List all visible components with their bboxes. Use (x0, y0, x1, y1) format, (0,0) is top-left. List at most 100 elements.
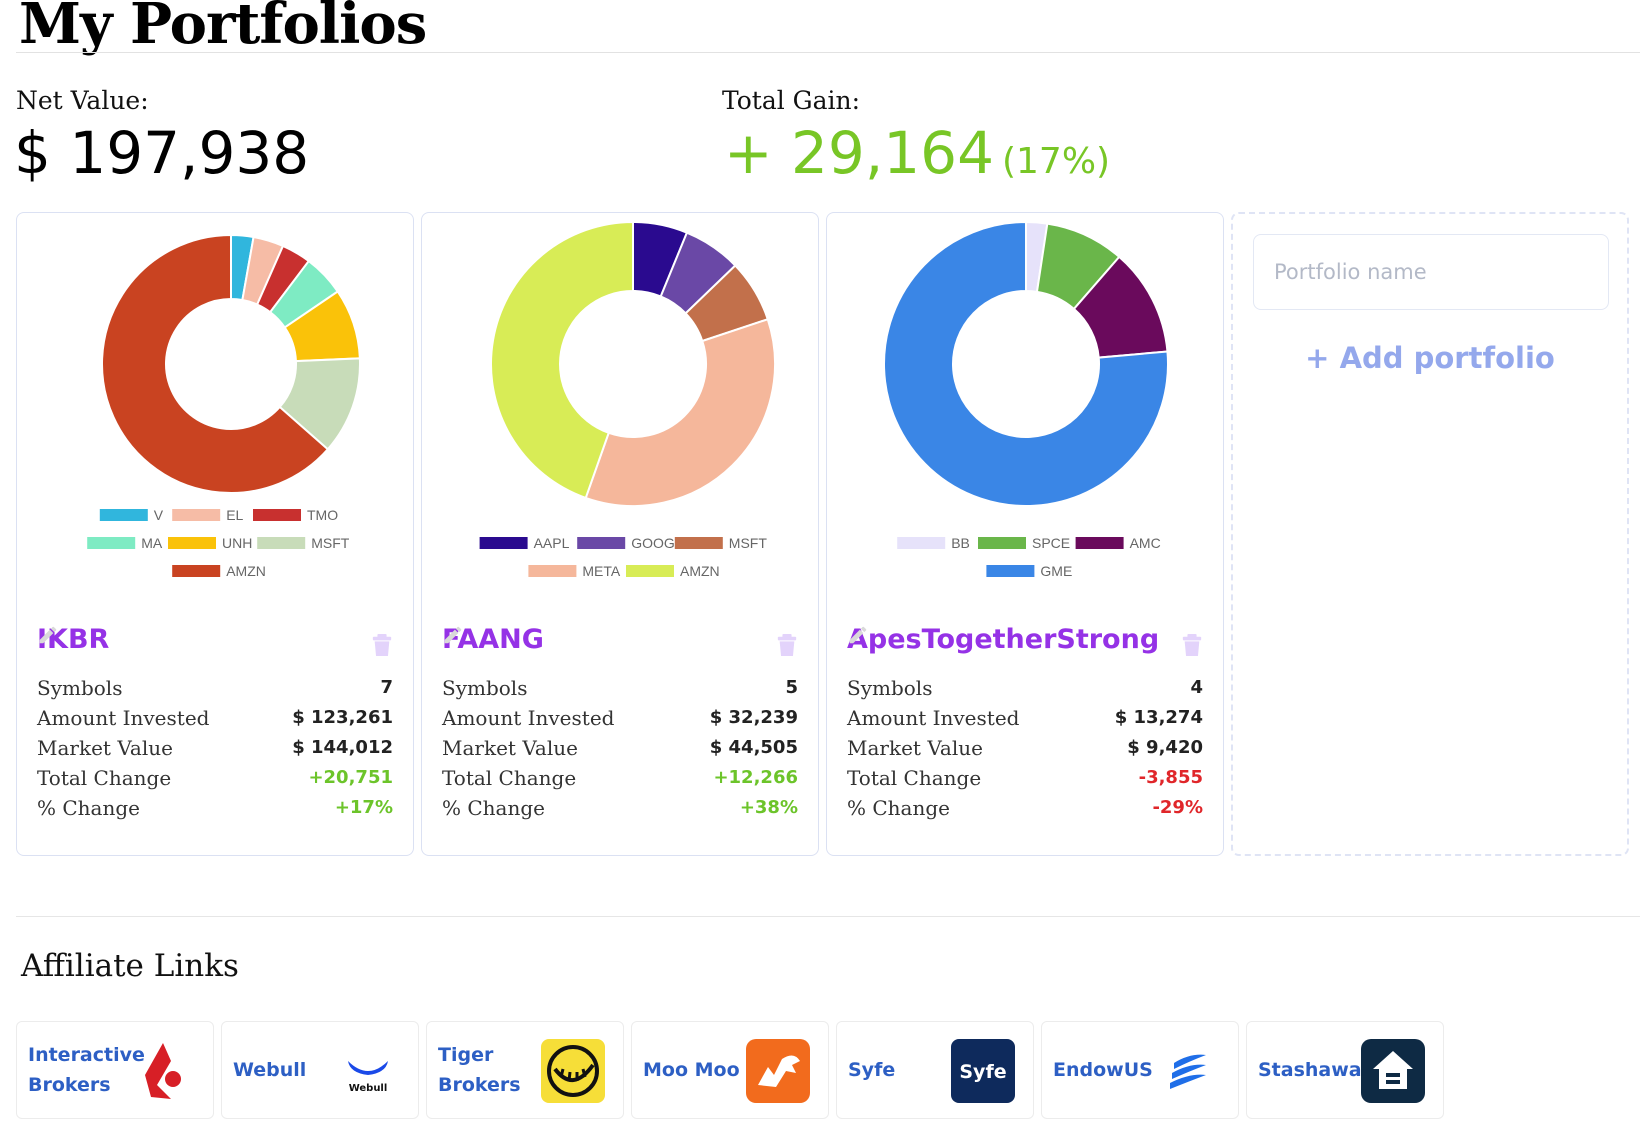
stat-row: Amount Invested $ 123,261 (37, 703, 393, 733)
net-value: $ 197,938 (14, 119, 310, 187)
delete-trash-icon[interactable] (371, 633, 393, 657)
affiliate-link-stashaway[interactable]: Stashaway (1246, 1021, 1444, 1119)
portfolio-card: V EL TMO MA UNH MSFT AMZN IKBR Symbols 7 Amount In… (16, 212, 414, 856)
webull-logo[interactable]: Webull (336, 1039, 400, 1103)
affiliate-name[interactable]: Moo Moo (643, 1022, 748, 1118)
stat-label: Amount Invested (37, 706, 210, 730)
stat-value: -3,855 (1138, 767, 1203, 788)
stat-value: 7 (380, 677, 393, 698)
stat-row: Market Value $ 44,505 (442, 733, 798, 763)
affiliate-link-endowus[interactable]: EndowUS (1041, 1021, 1239, 1119)
legend-swatch-spce[interactable] (978, 537, 1026, 549)
stat-value: $ 32,239 (709, 707, 798, 728)
legend-label-amc[interactable]: AMC (1130, 535, 1161, 551)
portfolio-card: AAPL GOOG MSFT META AMZN FAANG Symbols 5 Amount … (421, 212, 819, 856)
legend-label-tmo[interactable]: TMO (307, 507, 338, 523)
delete-trash-icon[interactable] (776, 633, 798, 657)
legend-label-aapl[interactable]: AAPL (534, 535, 570, 551)
stat-label: Total Change (847, 766, 982, 790)
stat-label: Market Value (442, 736, 578, 760)
affiliate-name[interactable]: Tiger Brokers (438, 1022, 543, 1118)
endowus-logo[interactable] (1156, 1039, 1220, 1103)
page-title: My Portfolios (19, 0, 427, 57)
net-value-label: Net Value: (16, 86, 149, 115)
legend-swatch-ma[interactable] (87, 537, 136, 549)
legend-swatch-el[interactable] (172, 509, 221, 521)
legend-swatch-msft[interactable] (674, 537, 723, 549)
portfolio-stats: Symbols 5 Amount Invested $ 32,239 Market Va… (442, 673, 798, 823)
legend-label-goog[interactable]: GOOG (631, 535, 675, 551)
legend-swatch-goog[interactable] (577, 537, 626, 549)
stat-value: +12,266 (713, 767, 798, 788)
affiliate-name[interactable]: Interactive Brokers (28, 1022, 145, 1118)
portfolio-name: ApesTogetherStrong (847, 624, 1191, 655)
stat-label: Symbols (442, 676, 528, 700)
syfe-logo[interactable]: Syfe (951, 1039, 1015, 1103)
legend-label-unh[interactable]: UNH (222, 535, 252, 551)
portfolio-name-input[interactable] (1253, 234, 1609, 310)
stat-row: Total Change +12,266 (442, 763, 798, 793)
stat-value: $ 44,505 (709, 737, 798, 758)
legend-label-msft[interactable]: MSFT (311, 535, 350, 551)
legend-swatch-unh[interactable] (168, 537, 216, 549)
legend-swatch-meta[interactable] (528, 565, 577, 577)
stat-label: % Change (847, 796, 950, 820)
moomoo-logo[interactable] (746, 1039, 810, 1103)
legend-swatch-amzn[interactable] (626, 565, 674, 577)
legend-swatch-gme[interactable] (986, 565, 1035, 577)
affiliate-name[interactable]: Webull (233, 1022, 338, 1118)
donut-chart: V EL TMO MA UNH MSFT AMZN (87, 233, 361, 579)
affiliate-link-webull[interactable]: Webull Webull (221, 1021, 419, 1119)
affiliate-link-syfe[interactable]: Syfe Syfe (836, 1021, 1034, 1119)
stat-label: Total Change (37, 766, 172, 790)
legend-swatch-msft[interactable] (257, 537, 306, 549)
edit-pencil-icon[interactable] (39, 626, 141, 652)
stat-row: Amount Invested $ 13,274 (847, 703, 1203, 733)
legend-label-amzn[interactable]: AMZN (680, 563, 720, 579)
legend-swatch-amc[interactable] (1075, 537, 1124, 549)
stat-value: +38% (739, 797, 798, 818)
total-gain: + 29,164 (17%) (724, 120, 1110, 195)
svg-text:Webull: Webull (349, 1083, 388, 1094)
affiliate-link-interactive-brokers[interactable]: Interactive Brokers (16, 1021, 214, 1119)
edit-pencil-icon[interactable] (444, 626, 576, 652)
legend-swatch-tmo[interactable] (253, 509, 301, 521)
stat-value: 4 (1190, 677, 1203, 698)
donut-chart: BB SPCE AMC GME (883, 220, 1169, 579)
affiliate-name[interactable]: EndowUS (1053, 1022, 1158, 1118)
legend-swatch-aapl[interactable] (479, 537, 528, 549)
portfolio-stats: Symbols 7 Amount Invested $ 123,261 Market V… (37, 673, 393, 823)
stat-row: Market Value $ 144,012 (37, 733, 393, 763)
delete-trash-icon[interactable] (1181, 633, 1203, 657)
add-portfolio-button[interactable]: + Add portfolio (1233, 341, 1627, 375)
legend-label-meta[interactable]: META (582, 563, 621, 579)
stat-value: 5 (785, 677, 798, 698)
legend-label-amzn[interactable]: AMZN (226, 563, 266, 579)
affiliate-name[interactable]: Stashaway (1258, 1022, 1373, 1118)
legend-label-spce[interactable]: SPCE (1032, 535, 1070, 551)
legend-label-bb[interactable]: BB (951, 535, 970, 551)
donut-slice-meta[interactable] (584, 318, 776, 507)
affiliate-name[interactable]: Syfe (848, 1022, 953, 1118)
legend-label-el[interactable]: EL (226, 507, 243, 523)
stat-value: -29% (1152, 797, 1203, 818)
legend-label-gme[interactable]: GME (1040, 563, 1072, 579)
affiliate-link-tiger-brokers[interactable]: Tiger Brokers (426, 1021, 624, 1119)
legend-swatch-v[interactable] (99, 509, 148, 521)
stashaway-logo[interactable] (1361, 1039, 1425, 1103)
legend-label-v[interactable]: V (154, 507, 164, 523)
legend-swatch-amzn[interactable] (172, 565, 221, 577)
affiliate-link-moomoo[interactable]: Moo Moo (631, 1021, 829, 1119)
legend-label-ma[interactable]: MA (141, 535, 163, 551)
portfolio-name-text: ApesTogetherStrong (847, 624, 1160, 655)
stat-label: Amount Invested (442, 706, 615, 730)
tiger-brokers-logo[interactable] (541, 1039, 605, 1103)
legend-swatch-bb[interactable] (897, 537, 946, 549)
legend-label-msft[interactable]: MSFT (729, 535, 768, 551)
portfolio-card: BB SPCE AMC GME ApesTogetherStrong Symbols 4 Am… (826, 212, 1224, 856)
stat-row: Symbols 5 (442, 673, 798, 703)
interactive-brokers-logo[interactable] (131, 1039, 195, 1103)
stat-label: Total Change (442, 766, 577, 790)
add-portfolio-card: + Add portfolio (1231, 212, 1629, 856)
stat-label: Symbols (37, 676, 123, 700)
